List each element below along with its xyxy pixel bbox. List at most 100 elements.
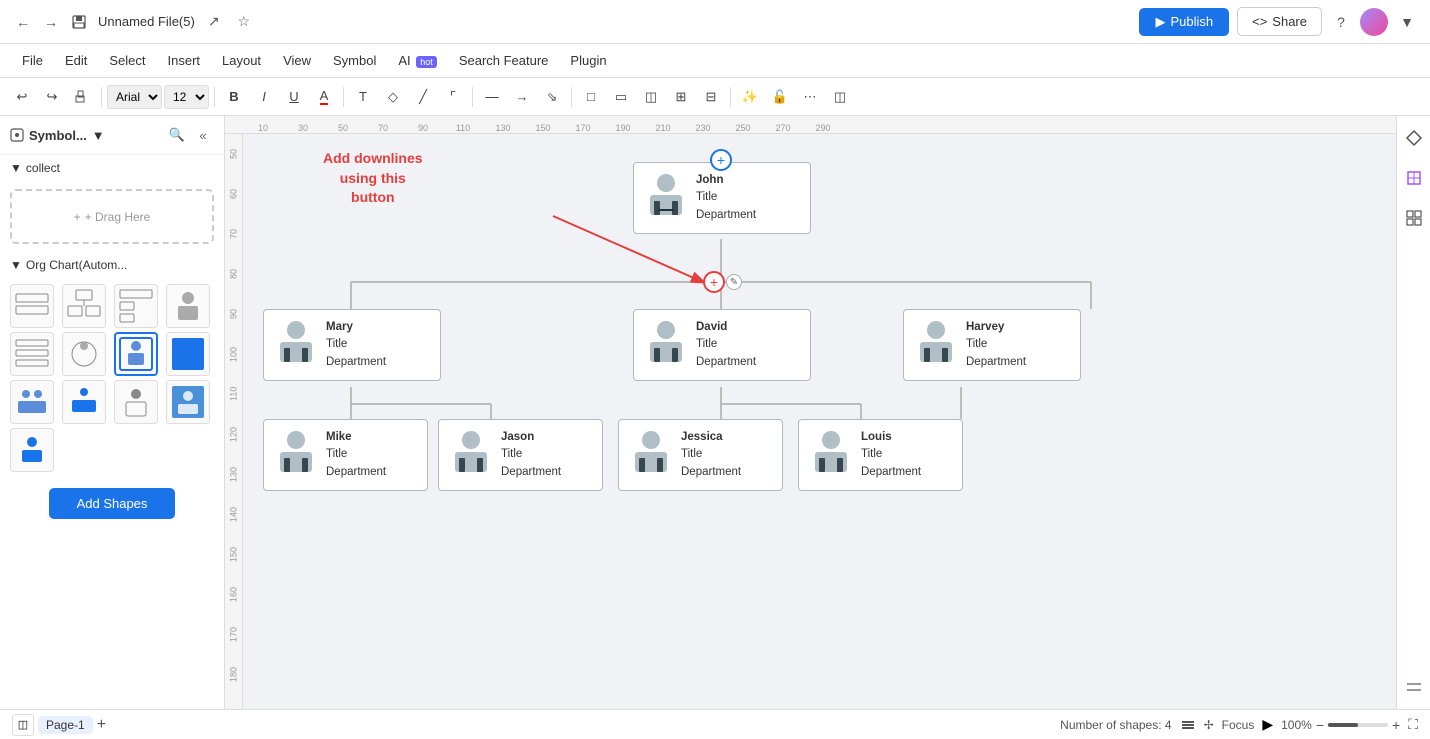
share-label: Share bbox=[1272, 14, 1307, 29]
lock-button[interactable]: 🔓 bbox=[766, 83, 794, 111]
menu-search-feature[interactable]: Search Feature bbox=[449, 49, 559, 72]
shape-complex-button[interactable]: ◫ bbox=[637, 83, 665, 111]
shape-item-flow[interactable] bbox=[114, 284, 158, 328]
connector-button[interactable]: ⌜ bbox=[439, 83, 467, 111]
fullscreen-button[interactable]: ⛶ bbox=[1408, 716, 1418, 733]
menu-ai[interactable]: AI hot bbox=[388, 49, 446, 72]
zoom-slider[interactable] bbox=[1328, 723, 1388, 727]
org-node-jessica[interactable]: Jessica Title Department bbox=[618, 419, 783, 491]
more-button[interactable]: ⋯ bbox=[796, 83, 824, 111]
org-node-mike[interactable]: Mike Title Department bbox=[263, 419, 428, 491]
menu-select[interactable]: Select bbox=[99, 49, 155, 72]
john-name: John bbox=[696, 172, 756, 189]
shape-item-blue1[interactable] bbox=[166, 332, 210, 376]
shape-table-button[interactable]: ⊟ bbox=[697, 83, 725, 111]
layers-button[interactable] bbox=[1180, 717, 1196, 733]
format-painter-button[interactable] bbox=[68, 83, 96, 111]
line-style-2[interactable]: → bbox=[508, 83, 536, 111]
right-panel-layout-button[interactable] bbox=[1400, 673, 1428, 701]
save-icon[interactable] bbox=[68, 11, 90, 33]
right-panel-magicwand-button[interactable] bbox=[1400, 164, 1428, 192]
zoom-minus-button[interactable]: − bbox=[1316, 717, 1324, 733]
publish-button[interactable]: ▶ Publish bbox=[1139, 8, 1229, 36]
dropdown-icon[interactable]: ▼ bbox=[1396, 11, 1418, 33]
org-node-mary[interactable]: Mary Title Department bbox=[263, 309, 441, 381]
underline-button[interactable]: U bbox=[280, 83, 308, 111]
shape-item-single2[interactable] bbox=[10, 428, 54, 472]
org-node-john[interactable]: John Title Department bbox=[633, 162, 811, 234]
top-bar: ← → Unnamed File(5) ↗ ☆ ▶ Publish <> Sha… bbox=[0, 0, 1430, 44]
line-button[interactable]: ╱ bbox=[409, 83, 437, 111]
shape-item-team2[interactable] bbox=[62, 380, 106, 424]
sidebar-section-org[interactable]: ▼ Org Chart(Autom... bbox=[0, 252, 224, 278]
zoom-plus-button[interactable]: + bbox=[1392, 717, 1400, 733]
shape-rect2-button[interactable]: ▭ bbox=[607, 83, 635, 111]
shape-item-blue2[interactable] bbox=[166, 380, 210, 424]
org-node-louis[interactable]: Louis Title Department bbox=[798, 419, 963, 491]
menu-file[interactable]: File bbox=[12, 49, 53, 72]
right-panel-style-button[interactable] bbox=[1400, 124, 1428, 152]
sidebar: Symbol... ▼ 🔍 « ▼ collect + + Drag Here … bbox=[0, 116, 225, 709]
ruler-mark-h: 110 bbox=[443, 123, 483, 133]
publish-icon: ▶ bbox=[1155, 14, 1165, 30]
shape-item-circle[interactable] bbox=[62, 332, 106, 376]
shape-item-team[interactable] bbox=[10, 380, 54, 424]
menu-symbol[interactable]: Symbol bbox=[323, 49, 386, 72]
help-icon[interactable]: ? bbox=[1330, 11, 1352, 33]
magic-button[interactable]: ✨ bbox=[736, 83, 764, 111]
add-shapes-button[interactable]: Add Shapes bbox=[49, 488, 176, 519]
menu-edit[interactable]: Edit bbox=[55, 49, 97, 72]
sidebar-search-button[interactable]: 🔍 bbox=[166, 124, 188, 146]
shape-clear-button[interactable]: ◇ bbox=[379, 83, 407, 111]
font-size-select[interactable]: 12 bbox=[164, 85, 209, 109]
italic-button[interactable]: I bbox=[250, 83, 278, 111]
sidebar-collapse-button[interactable]: « bbox=[192, 124, 214, 146]
avatar[interactable] bbox=[1360, 8, 1388, 36]
shape-grid-button[interactable]: ⊞ bbox=[667, 83, 695, 111]
expand-button[interactable]: ✢ bbox=[1204, 718, 1214, 732]
org-node-david[interactable]: David Title Department bbox=[633, 309, 811, 381]
ruler-mark-h: 50 bbox=[323, 123, 363, 133]
ruler-left: 50 60 70 80 90 100 110 120 130 140 150 1… bbox=[225, 134, 243, 709]
menu-plugin[interactable]: Plugin bbox=[560, 49, 616, 72]
sidebar-section-collect[interactable]: ▼ collect bbox=[0, 155, 224, 181]
add-node-button-red[interactable]: + bbox=[703, 271, 725, 293]
shape-item-list[interactable] bbox=[10, 284, 54, 328]
shape-rect-button[interactable]: □ bbox=[577, 83, 605, 111]
font-select[interactable]: Arial bbox=[107, 85, 162, 109]
external-link-icon[interactable]: ↗ bbox=[203, 11, 225, 33]
bold-button[interactable]: B bbox=[220, 83, 248, 111]
shape-item-single[interactable] bbox=[114, 380, 158, 424]
shape-item-list2[interactable] bbox=[10, 332, 54, 376]
add-node-top-button[interactable]: + bbox=[710, 149, 732, 171]
redo-button[interactable]: ↪ bbox=[38, 83, 66, 111]
jason-dept: Department bbox=[501, 464, 561, 481]
text-button[interactable]: T bbox=[349, 83, 377, 111]
page-tab-1[interactable]: Page-1 bbox=[38, 716, 93, 734]
menu-layout[interactable]: Layout bbox=[212, 49, 271, 72]
shape-item-org[interactable] bbox=[62, 284, 106, 328]
forward-icon[interactable]: → bbox=[40, 11, 62, 33]
back-icon[interactable]: ← bbox=[12, 11, 34, 33]
org-node-jason[interactable]: Jason Title Department bbox=[438, 419, 603, 491]
view-button[interactable]: ◫ bbox=[826, 83, 854, 111]
edit-node-btn[interactable]: ✎ bbox=[726, 274, 742, 290]
john-title: Title bbox=[696, 189, 756, 206]
menu-view[interactable]: View bbox=[273, 49, 321, 72]
line-style-3[interactable]: ⇘ bbox=[538, 83, 566, 111]
line-style-1[interactable]: ⎯⎯ bbox=[478, 83, 506, 111]
add-page-button[interactable]: + bbox=[97, 716, 106, 734]
page-layout-icon[interactable]: ◫ bbox=[12, 714, 34, 736]
font-color-button[interactable]: A bbox=[310, 83, 338, 111]
org-node-harvey[interactable]: Harvey Title Department bbox=[903, 309, 1081, 381]
right-panel-grid-button[interactable] bbox=[1400, 204, 1428, 232]
undo-button[interactable]: ↩ bbox=[8, 83, 36, 111]
drag-here-area[interactable]: + + Drag Here bbox=[10, 189, 214, 244]
shape-item-person[interactable] bbox=[166, 284, 210, 328]
play-button[interactable]: ▶ bbox=[1262, 716, 1273, 733]
star-icon[interactable]: ☆ bbox=[233, 11, 255, 33]
main-canvas[interactable]: Add downlines using this button bbox=[243, 134, 1396, 709]
shape-item-person2-active[interactable] bbox=[114, 332, 158, 376]
share-button[interactable]: <> Share bbox=[1237, 7, 1322, 36]
menu-insert[interactable]: Insert bbox=[158, 49, 211, 72]
